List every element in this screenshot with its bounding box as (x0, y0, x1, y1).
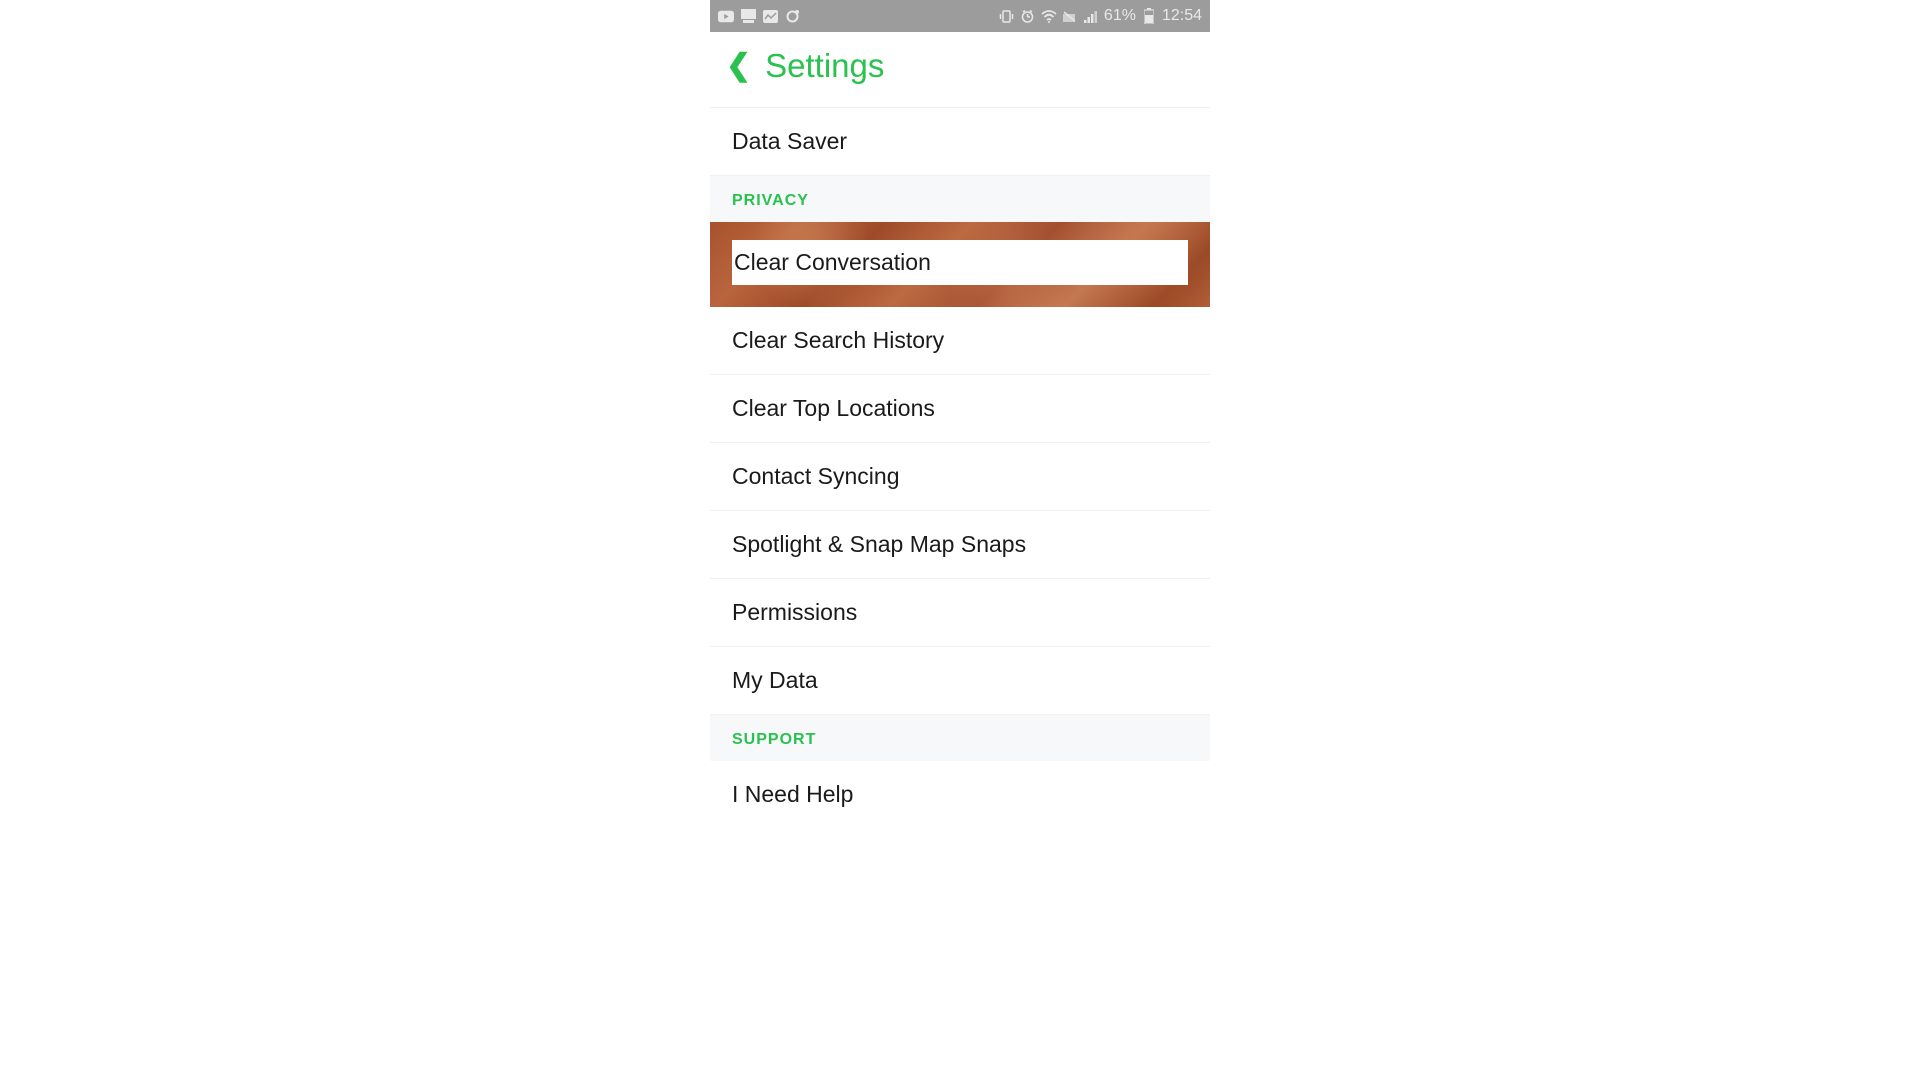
settings-item-contact-syncing[interactable]: Contact Syncing (710, 443, 1210, 511)
wifi-icon (1041, 9, 1057, 23)
settings-item-spotlight-snaps[interactable]: Spotlight & Snap Map Snaps (710, 511, 1210, 579)
settings-item-my-data[interactable]: My Data (710, 647, 1210, 715)
alarm-icon (1020, 9, 1036, 23)
settings-item-permissions[interactable]: Permissions (710, 579, 1210, 647)
status-bar: 61% 12:54 (710, 0, 1210, 32)
battery-percentage: 61% (1104, 7, 1136, 25)
back-chevron-icon[interactable]: ❮ (726, 51, 751, 81)
settings-item-i-need-help[interactable]: I Need Help (710, 761, 1210, 828)
settings-item-data-saver[interactable]: Data Saver (710, 108, 1210, 176)
status-icons-left (718, 9, 800, 23)
section-header-privacy: PRIVACY (710, 176, 1210, 222)
no-sim-icon (1062, 9, 1078, 23)
phone-screen: 61% 12:54 ❮ Settings Data Saver PRIVACY … (710, 0, 1210, 828)
app-header: ❮ Settings (710, 32, 1210, 103)
highlight-frame: Clear Conversation (710, 222, 1210, 307)
chart-icon (762, 9, 778, 23)
section-header-support: SUPPORT (710, 715, 1210, 761)
settings-item-clear-top-locations[interactable]: Clear Top Locations (710, 375, 1210, 443)
page-title: Settings (765, 47, 884, 85)
avast-icon (784, 9, 800, 23)
vibrate-icon (999, 9, 1015, 23)
signal-icon (1083, 9, 1099, 23)
clock-time: 12:54 (1162, 7, 1202, 25)
battery-icon (1141, 9, 1157, 23)
settings-item-clear-search-history[interactable]: Clear Search History (710, 307, 1210, 375)
settings-item-clear-conversation[interactable]: Clear Conversation (732, 240, 1188, 285)
status-icons-right: 61% 12:54 (999, 7, 1202, 25)
app-icon-1 (740, 9, 756, 23)
youtube-icon (718, 9, 734, 23)
